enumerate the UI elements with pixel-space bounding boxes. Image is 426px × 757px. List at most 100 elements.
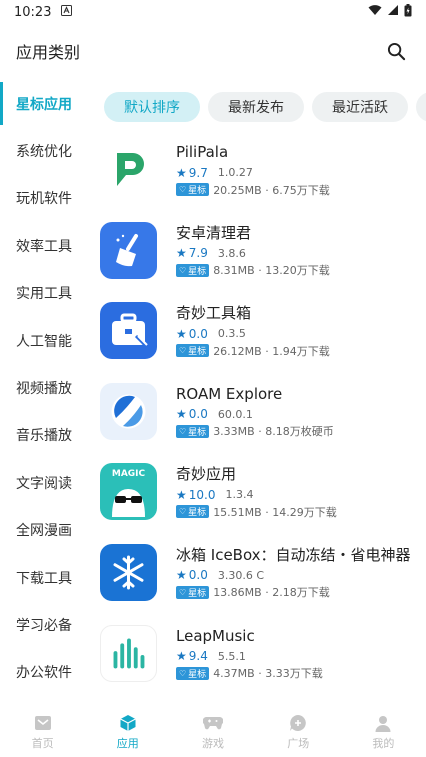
starred-badge: ♡ 星标 [176,666,210,680]
notification-a-icon [61,4,73,20]
app-stats: 26.12MB · 1.94万下载 [213,344,330,358]
list-item[interactable]: MAGIC 奇妙应用 ★ 10.0 1.3.4 ♡ 星标 15.51MB · 14… [100,457,426,538]
star-icon: ★ [176,165,187,180]
sidebar-item-label: 学习必备 [16,617,72,634]
broom-icon [100,221,157,279]
sidebar-item-video[interactable]: 视频播放 [0,364,90,411]
sidebar-item-comics[interactable]: 全网漫画 [0,507,90,554]
list-item[interactable]: ROAM Explore ★ 0.0 60.0.1 ♡ 星标 3.33MB · 8… [100,377,426,458]
list-item[interactable]: PiliPala ★ 9.7 1.0.27 ♡ 星标 20.25MB · 6.75… [100,135,426,216]
starred-badge: ♡ 星标 [176,505,210,519]
chip-latest[interactable]: 最新发布 [208,92,304,122]
sidebar-item-productivity[interactable]: 效率工具 [0,222,90,269]
sidebar-item-label: 实用工具 [16,286,72,303]
app-rating: 10.0 [188,487,216,502]
app-stats: 13.86MB · 2.18万下载 [213,586,330,600]
app-rating: 9.7 [188,165,208,180]
nav-apps[interactable]: 应用 [85,707,170,757]
sidebar-item-starred[interactable]: 星标应用 [0,80,90,127]
snowflake-icon [100,543,157,601]
app-version: 1.0.27 [217,166,253,179]
star-icon: ★ [176,407,187,422]
music-bars-icon [100,624,157,682]
sidebar-item-label: 下载工具 [16,570,72,587]
nav-square[interactable]: 广场 [256,707,341,757]
star-icon: ★ [176,568,187,583]
sidebar-item-label: 办公软件 [16,665,72,682]
app-name: 安卓清理君 [176,223,252,242]
list-item[interactable]: 安卓清理君 ★ 7.9 3.8.6 ♡ 星标 8.31MB · 13.20万下载 [100,216,426,297]
sort-chips: 默认排序 最新发布 最近活跃 最 [104,92,426,122]
starred-badge: ♡ 星标 [176,183,210,196]
chip-recently-active[interactable]: 最近活跃 [312,92,408,122]
sidebar-item-label: 全网漫画 [16,523,72,540]
app-name: PiliPala [176,143,229,161]
app-name: ROAM Explore [176,384,283,403]
nav-label: 我的 [372,737,395,750]
home-icon [33,713,53,733]
app-name: 奇妙工具箱 [176,304,252,323]
bottom-nav: 首页 应用 游戏 广场 我的 [0,707,426,757]
sidebar-item-utilities[interactable]: 实用工具 [0,270,90,317]
sidebar-item-system-optimize[interactable]: 系统优化 [0,127,90,174]
sidebar-item-downloaders[interactable]: 下载工具 [0,554,90,601]
sidebar-item-reading[interactable]: 文字阅读 [0,459,90,506]
starred-badge: ♡ 星标 [176,263,210,277]
sidebar-item-label: 音乐播放 [16,428,72,445]
chip-more[interactable]: 最 [416,92,426,122]
star-icon: ★ [176,326,187,341]
sidebar-item-office[interactable]: 办公软件 [0,649,90,696]
category-sidebar: 星标应用 系统优化 玩机软件 效率工具 实用工具 人工智能 视频播放 音乐播放 … [0,80,90,700]
sidebar-item-music[interactable]: 音乐播放 [0,412,90,459]
app-version: 60.0.1 [217,407,253,421]
sidebar-item-label: 玩机软件 [16,191,72,208]
heart-icon: ♡ [179,185,187,194]
sidebar-item-label: 人工智能 [16,333,72,350]
list-item[interactable]: 冰箱 IceBox：自动冻结・省电神器 ★ 0.0 3.30.6 C ♡ 星标 1… [100,538,426,619]
app-version: 5.5.1 [217,649,246,663]
status-bar: 10:23 [0,0,426,24]
person-icon [373,713,393,733]
chip-default-sort[interactable]: 默认排序 [104,92,200,122]
sidebar-item-label: 星标应用 [16,96,72,113]
app-version: 3.8.6 [217,246,246,260]
nav-label: 首页 [31,737,54,750]
heart-icon: ♡ [179,668,187,678]
heart-icon: ♡ [179,265,187,275]
app-name: 冰箱 IceBox：自动冻结・省电神器 [176,545,411,564]
nav-games[interactable]: 游戏 [170,707,255,757]
starred-badge: ♡ 星标 [176,424,210,438]
app-stats: 3.33MB · 8.18万枚硬币 [213,425,334,439]
app-stats: 20.25MB · 6.75万下载 [213,183,330,197]
pilipala-icon [100,141,157,198]
list-item[interactable]: 奇妙工具箱 ★ 0.0 0.3.5 ♡ 星标 26.12MB · 1.94万下载 [100,296,426,377]
heart-icon: ♡ [179,587,187,597]
app-rating: 0.0 [188,326,208,341]
app-rating: 0.0 [188,407,208,422]
gamepad-icon [203,713,223,733]
page-title: 应用类别 [16,43,81,62]
sidebar-item-tweak-tools[interactable]: 玩机软件 [0,175,90,222]
toolbox-icon [100,302,157,360]
starred-badge: ♡ 星标 [176,585,210,599]
nav-me[interactable]: 我的 [341,707,426,757]
search-button[interactable] [382,37,410,65]
heart-icon: ♡ [179,507,187,517]
app-rating: 7.9 [188,246,208,261]
sidebar-item-study[interactable]: 学习必备 [0,601,90,648]
sidebar-item-label: 系统优化 [16,144,72,161]
sidebar-item-ai[interactable]: 人工智能 [0,317,90,364]
sidebar-item-label: 文字阅读 [16,475,72,492]
nav-label: 广场 [287,737,310,750]
search-icon [387,42,405,60]
app-rating: 0.0 [188,568,208,583]
starred-badge: ♡ 星标 [176,344,210,358]
list-item[interactable]: LeapMusic ★ 9.4 5.5.1 ♡ 星标 4.37MB · 3.33万… [100,619,426,700]
nav-home[interactable]: 首页 [0,707,85,757]
signal-icon [387,4,399,20]
cube-icon [118,713,138,733]
status-time: 10:23 [14,4,52,20]
nav-label: 游戏 [202,737,224,750]
nav-label: 应用 [116,737,139,750]
app-name: LeapMusic [176,626,255,645]
